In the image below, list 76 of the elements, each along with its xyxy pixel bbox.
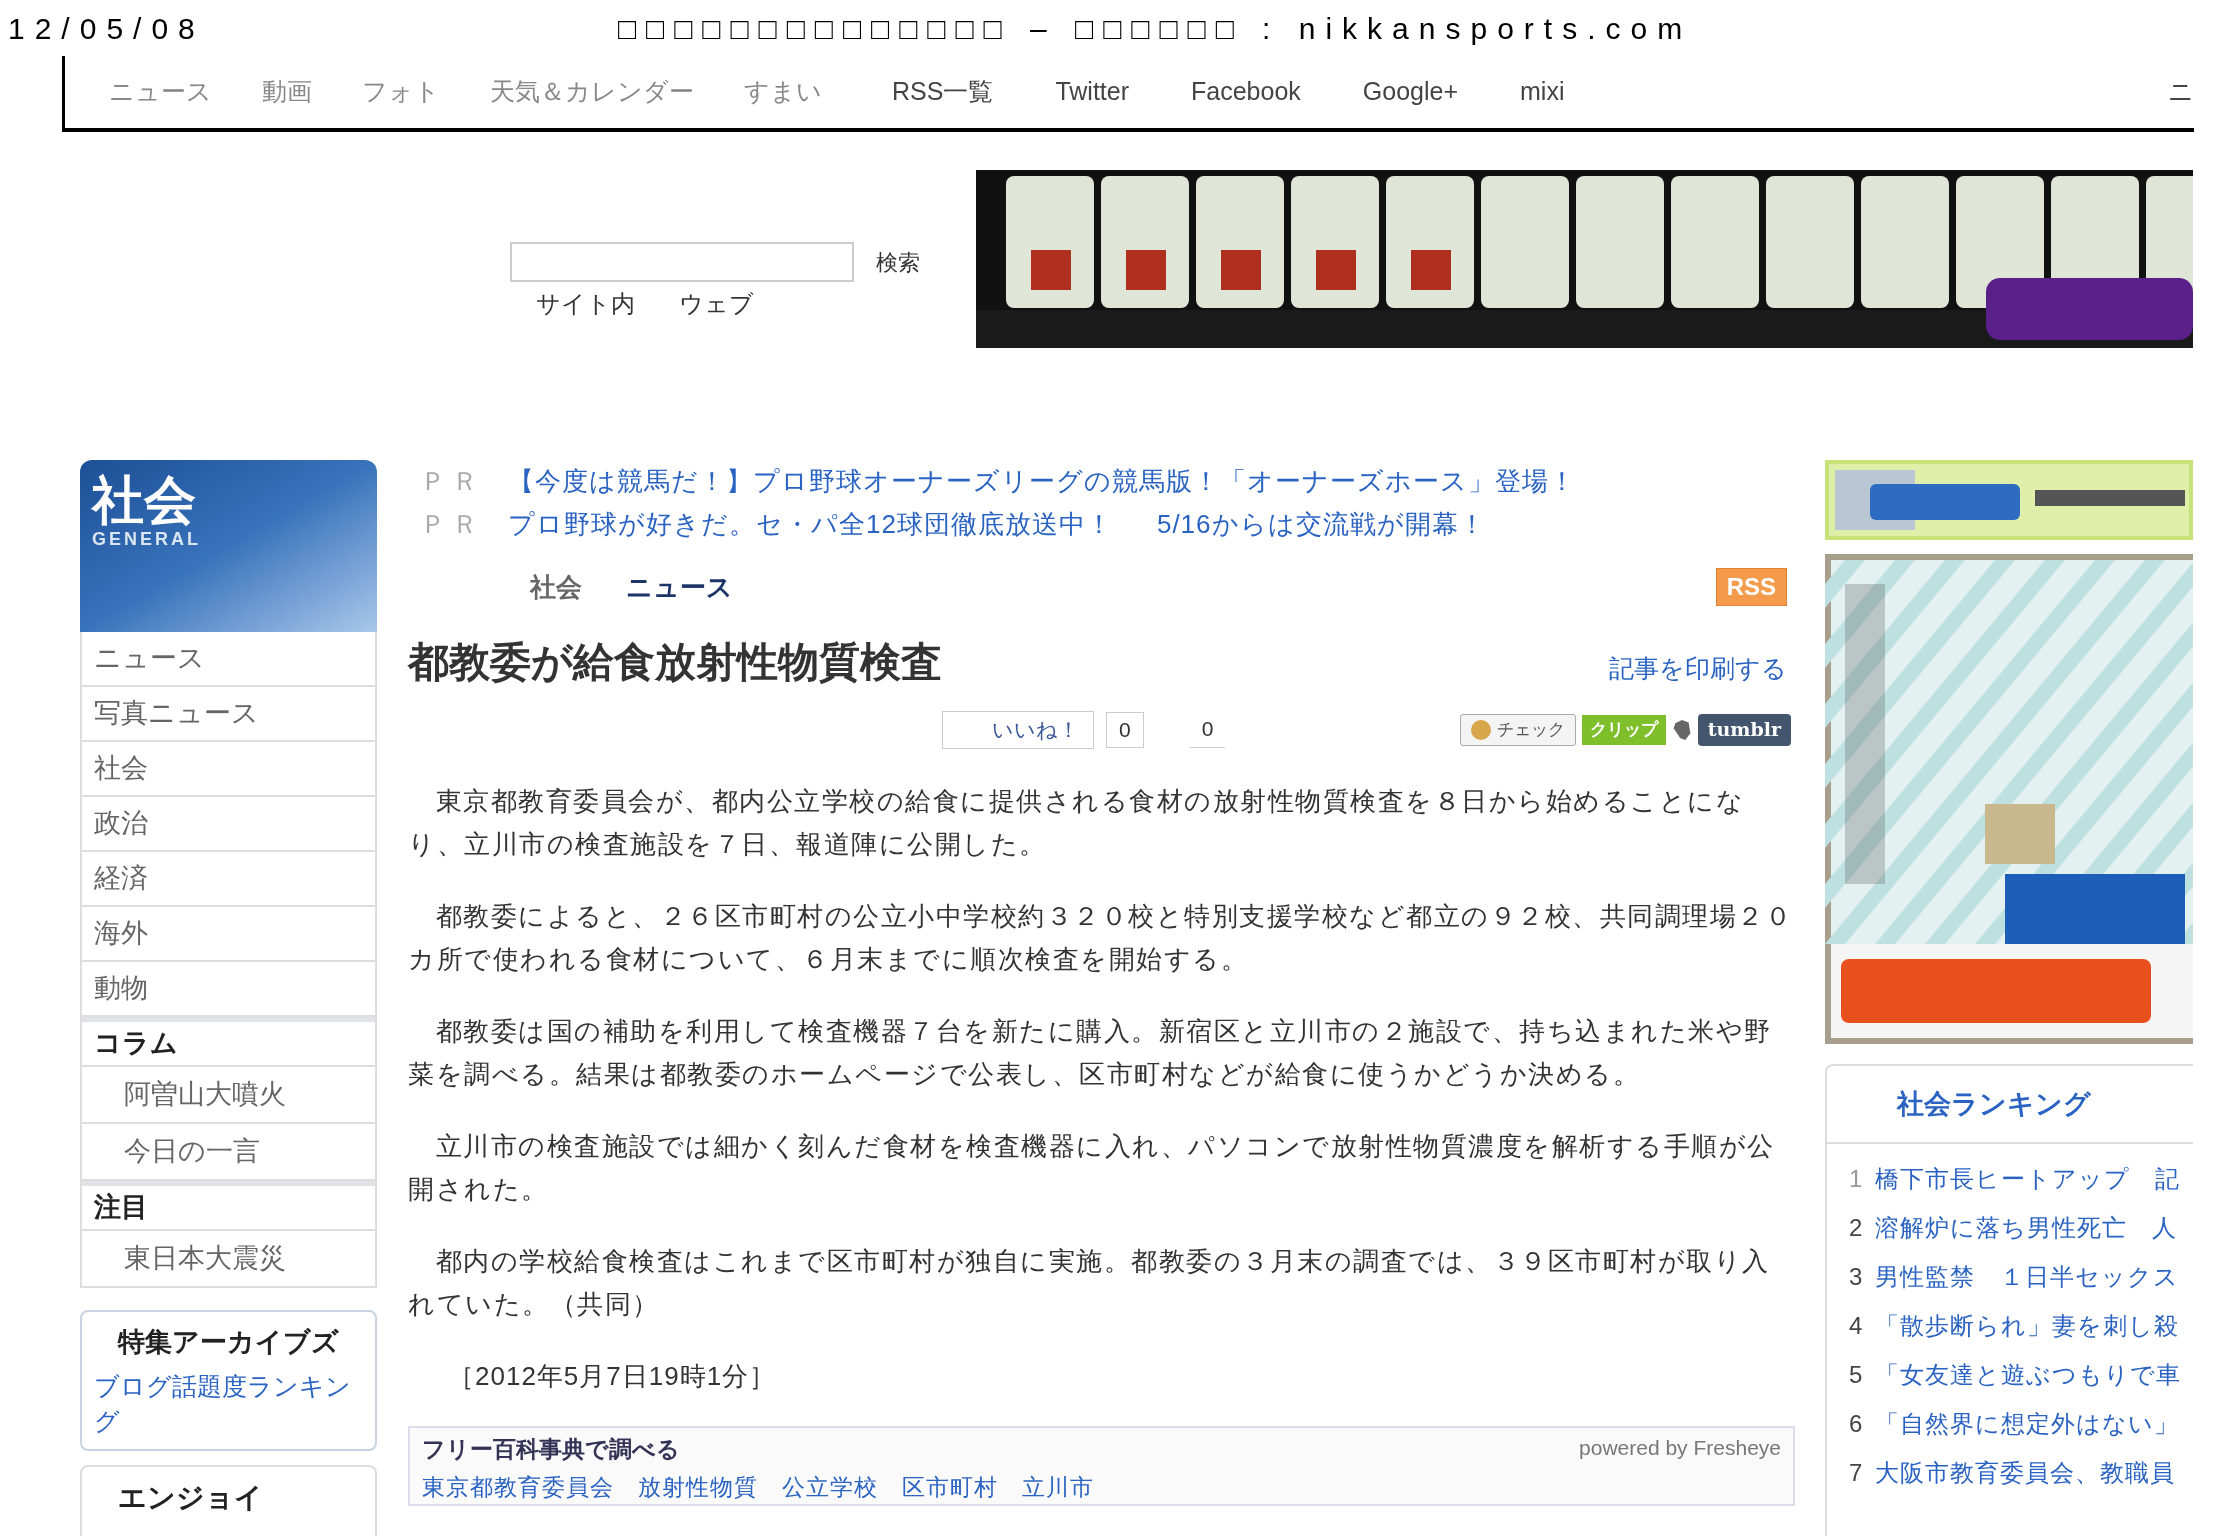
rank-number: 5	[1848, 1359, 1864, 1390]
nav-link[interactable]: Facebook	[1191, 73, 1301, 111]
pr-link[interactable]: プロ野球が好きだ。セ・パ全12球団徹底放送中！	[508, 503, 1113, 546]
like-count: 0	[1106, 711, 1144, 748]
sidebar-item[interactable]: ニュース	[82, 632, 375, 687]
ranking-link[interactable]: 溶解炉に落ち男性死亡 人	[1875, 1209, 2177, 1246]
rank-number: 1	[1848, 1163, 1864, 1194]
sidebar-item[interactable]: 社会	[82, 742, 375, 797]
ranking-title: 社会ランキング	[1827, 1066, 2193, 1144]
sidebar-item[interactable]: 東日本大震災	[82, 1231, 375, 1288]
article-paragraph: 都教委は国の補助を利用して検査機器７台を新たに購入。新宿区と立川市の２施設で、持ち込まれた米や野菜を調べる。結果は都教委のホームページで公表し、区市町村などが給食に使うかどうか決める。	[408, 1014, 1773, 1091]
credit-text: powered by Fresheye	[1579, 1434, 1781, 1461]
search-button[interactable]: 検索	[876, 245, 920, 279]
ranking-link[interactable]: 「女友達と遊ぶつもりで車	[1875, 1356, 2181, 1393]
rank-number: 2	[1848, 1212, 1864, 1243]
nav-link[interactable]: RSS一覧	[892, 73, 994, 111]
search-scope[interactable]: ウェブ	[679, 286, 754, 322]
article-paragraph: 立川市の検査施設では細かく刻んだ食材を検査機器に入れ、パソコンで放射性物質濃度を解析する手順が公開された。	[408, 1129, 1776, 1206]
ranking-link[interactable]: 男性監禁 １日半セックス	[1875, 1258, 2179, 1295]
check-button[interactable]: チェック	[1459, 713, 1576, 746]
rank-number: 7	[1848, 1457, 1864, 1488]
sidebar-item[interactable]: 海外	[82, 907, 375, 962]
nav-link[interactable]: ニ	[2168, 73, 2194, 111]
sidebar-item[interactable]: 動物	[82, 962, 375, 1017]
share-count: 0	[1189, 711, 1226, 748]
pr-label: ＰＲ	[420, 465, 484, 498]
ranking-link[interactable]: 「自然界に想定外はない」	[1875, 1405, 2179, 1442]
sidebar-item[interactable]: 阿曽山大噴火	[82, 1067, 375, 1124]
nav-link[interactable]: 天気＆カレンダー	[490, 73, 694, 111]
pr-link[interactable]: 5/16からは交流戦が開幕！	[1156, 503, 1486, 546]
search-scope[interactable]: サイト内	[536, 286, 635, 322]
pr-link[interactable]: 【今度は競馬だ！】プロ野球オーナーズリーグの競馬版！「オーナーズホース」登場！	[508, 460, 1576, 503]
tumblr-button[interactable]: tumblr	[1697, 713, 1791, 746]
nav-link[interactable]: Twitter	[1055, 73, 1130, 111]
pr-label: ＰＲ	[420, 508, 484, 541]
rank-number: 3	[1848, 1261, 1864, 1292]
section-subtitle: GENERAL	[92, 528, 202, 551]
rank-number: 6	[1848, 1408, 1864, 1439]
article-title: 都教委が給食放射性物質検査	[408, 638, 942, 687]
article-date: ［2012年5月7日19時1分］	[447, 1359, 778, 1393]
term-link[interactable]: 放射性物質	[638, 1470, 758, 1505]
nav-link[interactable]: ニュース	[109, 73, 212, 111]
section-title: 社会	[92, 474, 197, 526]
search-field[interactable]	[510, 242, 854, 282]
encyclopedia-title: フリー百科事典で調べる	[422, 1434, 680, 1464]
nav-link[interactable]: mixi	[1520, 73, 1565, 111]
article-paragraph: 都内の学校給食検査はこれまで区市町村が独自に実施。都教委の３月末の調査では、３９区市町村が取り入れていた。（共同）	[408, 1244, 1771, 1321]
ranking-link[interactable]: 橋下市長ヒートアップ 記	[1875, 1160, 2180, 1197]
sidebar-heading: 注目	[82, 1181, 375, 1231]
enjoy-title: エンジョイ	[118, 1480, 264, 1515]
nav-link[interactable]: Google+	[1362, 73, 1459, 111]
rank-number: 4	[1848, 1310, 1864, 1341]
print-link[interactable]: 記事を印刷する	[1609, 650, 1787, 688]
article-paragraph: 都教委によると、２６区市町村の公立小中学校約３２０校と特別支援学校など都立の９２校、共同調理場２０カ所で使われる食材について、６月末までに順次検査を開始する。	[408, 899, 1793, 976]
sidebar-item[interactable]: 経済	[82, 852, 375, 907]
print-title: □□□□□□□□□□□□□□ – □□□□□□ : nikkansports.com	[618, 10, 1693, 47]
ranking-link[interactable]: 大阪市教育委員会、教職員	[1875, 1454, 2175, 1491]
nav-link[interactable]: フォト	[362, 73, 440, 111]
nav-link[interactable]: すまい	[744, 73, 822, 111]
term-link[interactable]: 東京都教育委員会	[422, 1470, 614, 1505]
sidebar-heading: コラム	[82, 1017, 375, 1067]
article-paragraph: 東京都教育委員会が、都内公立学校の給食に提供される食材の放射性物質検査を８日から始めることになり、立川市の検査施設を７日、報道陣に公開した。	[408, 784, 1745, 861]
print-date: 12/05/08	[8, 10, 206, 47]
like-button[interactable]: いいね！	[942, 710, 1094, 749]
breadcrumb-link[interactable]: 社会	[530, 567, 582, 607]
sidebar-item[interactable]: 政治	[82, 797, 375, 852]
archive-title: 特集アーカイブズ	[116, 1326, 340, 1359]
archive-link[interactable]: ブログ話題度ランキング	[94, 1368, 363, 1439]
nav-link[interactable]: 動画	[262, 73, 312, 111]
ranking-link[interactable]: 「散歩断られ」妻を刺し殺	[1875, 1307, 2179, 1344]
sidebar-item[interactable]: 今日の一言	[82, 1124, 375, 1181]
term-link[interactable]: 公立学校	[782, 1470, 878, 1505]
sidebar-item[interactable]: 写真ニュース	[82, 687, 375, 742]
term-link[interactable]: 区市町村	[902, 1470, 998, 1505]
term-link[interactable]: 立川市	[1022, 1470, 1094, 1505]
breadcrumb-link[interactable]: ニュース	[626, 567, 733, 607]
